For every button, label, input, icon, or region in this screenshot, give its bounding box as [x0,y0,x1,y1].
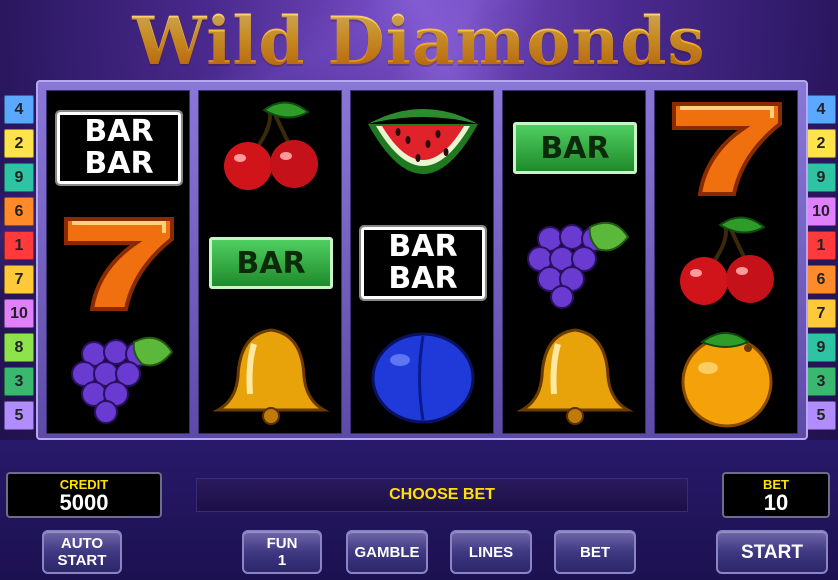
fun-value: 1 [277,552,287,569]
start-label: START [741,541,803,563]
start-button[interactable]: START [716,530,828,574]
payline-left-10: 10 [4,299,34,328]
watermelon-icon [358,94,488,203]
reel-3: BAR BAR [350,90,494,434]
bet-button[interactable]: BET [554,530,636,574]
lines-label: LINES [468,543,514,561]
bar-double-icon: BAR BAR [55,110,183,186]
bell-icon [206,324,336,433]
payline-right-9: 9 [806,163,836,192]
payline-left-8: 8 [4,333,34,362]
symbol-cherry [199,91,343,205]
fun-label: FUN [266,535,298,552]
auto-start-button[interactable]: AUTO START [42,530,122,574]
auto-start-label-1: AUTO [60,535,104,552]
bar-text: BAR [84,114,154,149]
cherry-icon [206,94,336,203]
grapes-icon [510,209,640,318]
reel-2: BAR [198,90,342,434]
payline-right-9: 9 [806,333,836,362]
credit-value: 5000 [59,490,109,515]
message-bar: CHOOSE BET [196,478,688,512]
bet-meter: BET 10 [722,472,830,518]
payline-right-1: 1 [806,231,836,260]
payline-left-5: 5 [4,401,34,430]
reel-1: BAR BAR [46,90,190,434]
payline-indicators-left: 4 2 9 6 1 7 10 8 3 5 [4,95,34,435]
lines-button[interactable]: LINES [450,530,532,574]
payline-right-3: 3 [806,367,836,396]
bar-text: BAR [388,229,458,264]
reel-5 [654,90,798,434]
payline-left-9: 9 [4,163,34,192]
symbol-seven [47,206,191,320]
seven-icon [662,94,792,203]
symbol-cherry [655,206,799,320]
symbol-orange [655,321,799,435]
symbol-bell [199,321,343,435]
symbol-seven [655,91,799,205]
symbol-grapes [47,321,191,435]
bell-icon [510,324,640,433]
payline-left-7: 7 [4,265,34,294]
reel-4: BAR [502,90,646,434]
bar-single-icon: BAR [209,237,333,289]
gamble-button[interactable]: GAMBLE [346,530,428,574]
bar-text: BAR [84,146,154,181]
symbol-bar-double: BAR BAR [47,91,191,205]
payline-right-7: 7 [806,299,836,328]
payline-left-3: 3 [4,367,34,396]
grapes-icon [54,324,184,433]
payline-right-5: 5 [806,401,836,430]
bar-double-icon: BAR BAR [359,225,487,301]
credit-meter: CREDIT 5000 [6,472,162,518]
payline-indicators-right: 4 2 9 10 1 6 7 9 3 5 [806,95,836,435]
payline-left-1: 1 [4,231,34,260]
plum-icon [358,324,488,433]
symbol-bell [503,321,647,435]
symbol-watermelon [351,91,495,205]
payline-right-10: 10 [806,197,836,226]
game-title: Wild Diamonds [0,2,838,80]
orange-icon [662,324,792,433]
symbol-grapes [503,206,647,320]
cherry-icon [662,209,792,318]
symbol-bar-double: BAR BAR [351,206,495,320]
payline-right-6: 6 [806,265,836,294]
symbol-plum [351,321,495,435]
gamble-label: GAMBLE [354,543,420,561]
symbol-bar-single: BAR [199,206,343,320]
auto-start-label-2: START [57,552,107,569]
fun-button[interactable]: FUN 1 [242,530,322,574]
bet-value: 10 [763,490,789,515]
payline-right-2: 2 [806,129,836,158]
payline-left-4: 4 [4,95,34,124]
seven-icon [54,209,184,318]
payline-left-6: 6 [4,197,34,226]
payline-left-2: 2 [4,129,34,158]
symbol-bar-single: BAR [503,91,647,205]
bar-text: BAR [388,261,458,296]
reel-frame: BAR BAR BAR BAR BAR BAR [36,80,808,440]
bet-button-label: BET [580,543,610,561]
payline-right-4: 4 [806,95,836,124]
bar-single-icon: BAR [513,122,637,174]
